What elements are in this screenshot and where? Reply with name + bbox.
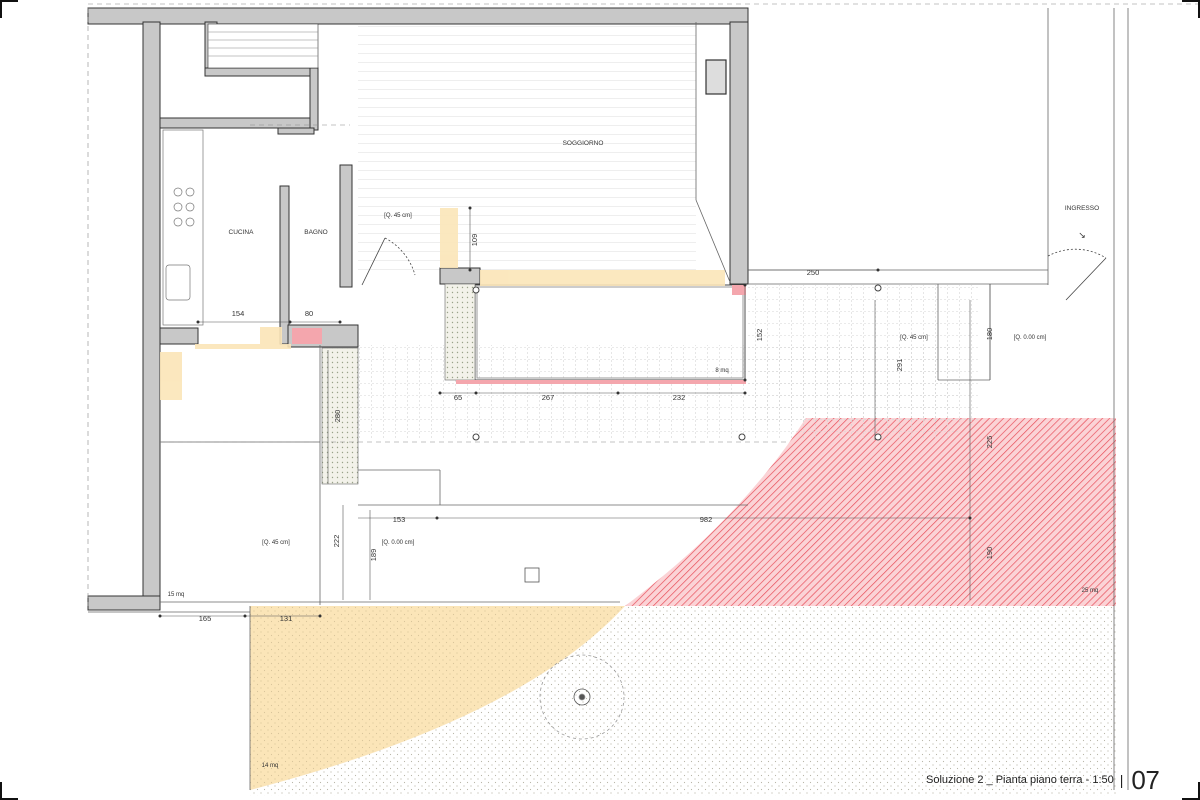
window-frame [705, 59, 727, 95]
dimension-label: 180 [985, 328, 994, 341]
green-strip-vertical [444, 283, 476, 381]
entry-arrow-icon: ↘ [1078, 230, 1086, 240]
dimension-label: 65 [454, 393, 462, 402]
sheet-title: Soluzione 2 _ Pianta piano terra - 1:50 [926, 774, 1114, 786]
room-label-bagno: BAGNO [304, 229, 327, 236]
sheet-separator: | [1119, 772, 1124, 788]
crop-mark-top-left [0, 0, 2, 18]
dimension-label: 982 [700, 515, 713, 524]
dimension-label: 280 [333, 410, 342, 423]
table-symbol [524, 567, 540, 583]
sheet-caption: Soluzione 2 _ Pianta piano terra - 1:50 … [926, 764, 1160, 795]
dimension-label: 232 [673, 393, 686, 402]
dimension-label: 154 [232, 309, 245, 318]
area-label: 14 mq [262, 763, 279, 769]
dimension-label: 250 [807, 268, 820, 277]
dimension-label: 131 [280, 614, 293, 623]
room-label-soggiorno: SOGGIORNO [563, 140, 604, 147]
room-label-cucina: CUCINA [229, 229, 255, 236]
floor-plan-drawing: SOGGIORNO CUCINA BAGNO INGRESSO ↘ [Q. 45… [87, 3, 1200, 796]
area-label: 15 mq [168, 592, 185, 598]
dimension-label: 152 [755, 329, 764, 342]
crop-mark-top-left [0, 0, 18, 2]
crop-mark-top-right [1182, 0, 1200, 2]
dimension-label: 165 [199, 614, 212, 623]
level-label: [Q. 45 cm] [900, 335, 928, 341]
dimension-label: 291 [895, 359, 904, 372]
level-label: [Q. 45 cm] [262, 540, 290, 546]
level-label: [Q. 0.00 cm] [382, 540, 415, 546]
room-label-ingresso: INGRESSO [1065, 205, 1099, 212]
red-hatched-area [625, 418, 1116, 606]
kitchen-fixtures [162, 129, 204, 326]
living-floor [358, 25, 696, 270]
area-label: 25 mq [1082, 588, 1099, 594]
dimension-label: 153 [393, 515, 406, 524]
dimension-label: 190 [985, 547, 994, 560]
dimension-label: 109 [470, 234, 479, 247]
area-label: 8 mq [715, 368, 728, 374]
level-label: [Q. 0.00 cm] [1014, 335, 1047, 341]
dimension-label: 80 [305, 309, 313, 318]
stair [207, 23, 319, 69]
dimension-label: 267 [542, 393, 555, 402]
level-label: [Q. 45 cm] [384, 213, 412, 219]
sheet-number: 07 [1131, 764, 1160, 795]
dimension-label: 189 [369, 549, 378, 562]
deck-area-right [748, 285, 978, 425]
dimension-label: 225 [985, 436, 994, 449]
dimension-label: 222 [332, 535, 341, 548]
